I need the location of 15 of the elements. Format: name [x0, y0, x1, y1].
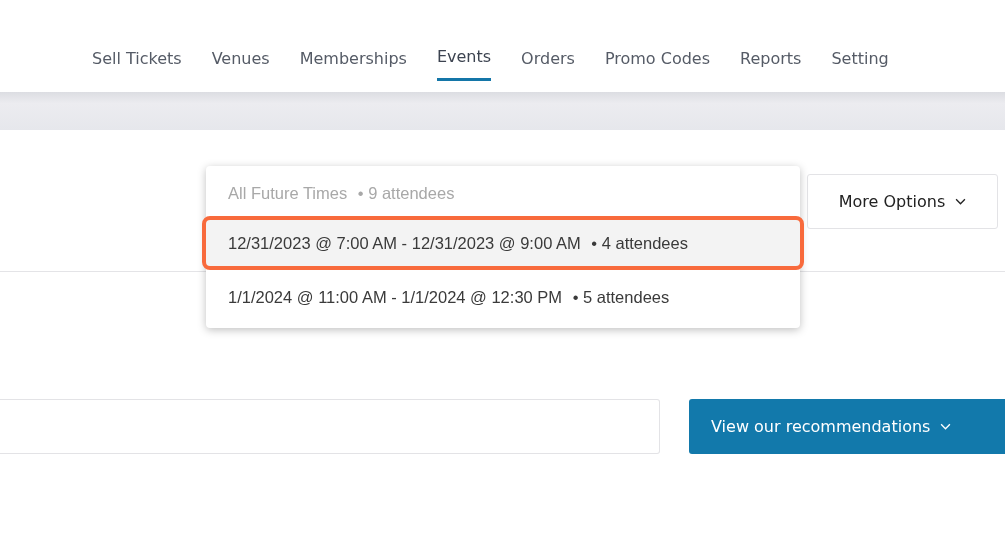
- nav-tab[interactable]: Orders: [521, 19, 575, 81]
- nav-tab[interactable]: Promo Codes: [604, 19, 711, 81]
- input-field[interactable]: [0, 399, 660, 454]
- nav-tab[interactable]: Venues: [211, 19, 270, 81]
- dropdown-option[interactable]: 1/1/2024 @ 11:00 AM - 1/1/2024 @ 12:30 PM • 5 attendees: [206, 270, 800, 324]
- nav-tab[interactable]: Events: [436, 19, 492, 81]
- nav-tab[interactable]: Reports: [740, 19, 802, 81]
- nav-tab[interactable]: Memberships: [299, 19, 407, 81]
- recommendations-button[interactable]: View our recommendations: [689, 399, 1005, 454]
- dropdown-option[interactable]: 12/31/2023 @ 7:00 AM - 12/31/2023 @ 9:00 AM • 4 attendees: [202, 216, 804, 270]
- nav-tab[interactable]: Setting: [831, 19, 889, 81]
- caret-icon: [940, 423, 952, 430]
- caret-icon: [955, 198, 967, 205]
- more-options-button[interactable]: More Options: [807, 174, 998, 229]
- nav-tab[interactable]: Sell Tickets: [92, 19, 182, 81]
